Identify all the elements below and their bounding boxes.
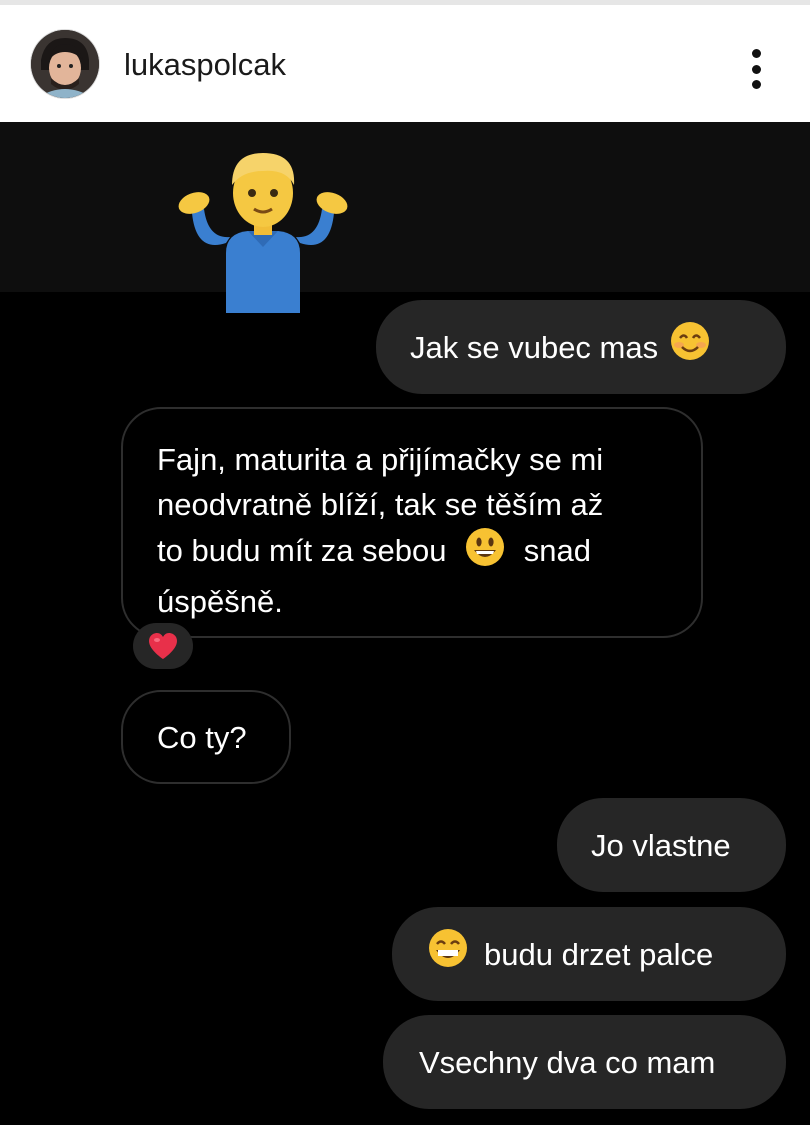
message-line: Fajn, maturita a přijímačky se mi xyxy=(157,442,604,477)
message-incoming[interactable]: Co ty? xyxy=(121,690,291,784)
message-text: snad xyxy=(523,533,592,569)
username[interactable]: lukaspolcak xyxy=(124,47,286,83)
shrug-sticker-icon[interactable] xyxy=(168,143,358,313)
message-incoming[interactable]: Fajn, maturita a přijímačky se mi neodvr… xyxy=(121,407,703,638)
message-outgoing[interactable]: Vsechny dva co mam xyxy=(383,1015,786,1109)
message-outgoing[interactable]: Jak se vubec mas xyxy=(376,300,786,394)
chat-header: lukaspolcak xyxy=(0,0,810,122)
sticker-background xyxy=(0,122,810,292)
avatar[interactable] xyxy=(31,30,99,98)
message-text: Jo vlastne xyxy=(591,827,731,863)
message-line: neodvratně blíží, tak se těším až xyxy=(157,487,604,522)
beaming-face-icon xyxy=(428,928,468,980)
grinning-face-icon xyxy=(465,527,505,579)
message-line-with-emoji: to budu mít za sebou snad xyxy=(157,527,701,579)
message-text: Co ty? xyxy=(157,720,247,755)
message-text: Vsechny dva co mam xyxy=(419,1044,716,1080)
smiling-face-icon xyxy=(670,321,710,373)
message-line: úspěšně. xyxy=(157,584,283,619)
message-outgoing[interactable]: budu drzet palce xyxy=(392,907,786,1001)
message-text: to budu mít za sebou xyxy=(157,533,447,569)
more-options-icon[interactable] xyxy=(742,49,770,89)
heart-icon xyxy=(149,633,177,659)
message-text: Jak se vubec mas xyxy=(410,329,659,365)
message-outgoing[interactable]: Jo vlastne xyxy=(557,798,786,892)
heart-reaction[interactable] xyxy=(133,623,193,669)
message-text: budu drzet palce xyxy=(484,936,714,972)
